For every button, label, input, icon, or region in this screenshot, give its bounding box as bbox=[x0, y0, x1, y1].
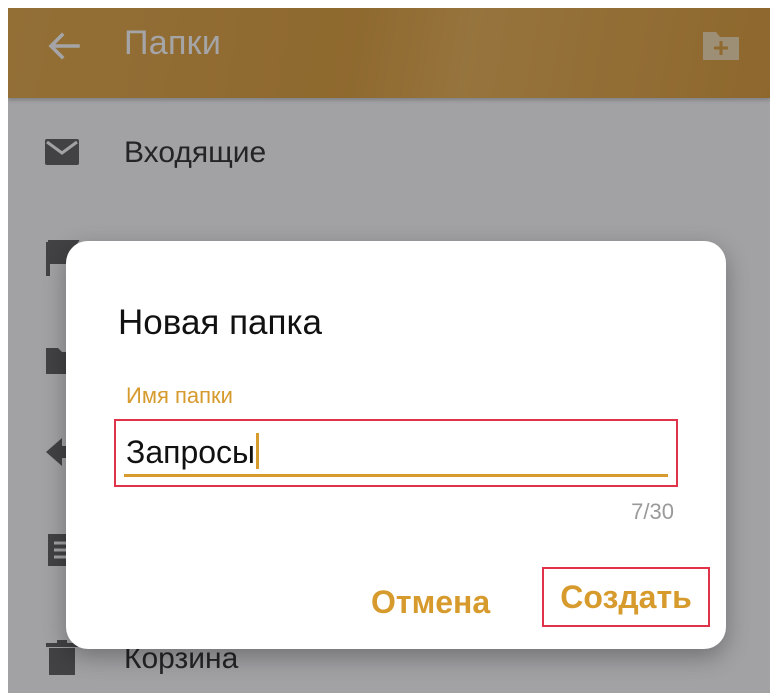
cancel-button[interactable]: Отмена bbox=[371, 584, 490, 621]
create-button[interactable]: Создать bbox=[542, 567, 710, 627]
folder-name-value[interactable]: Запросы bbox=[126, 433, 260, 471]
folder-name-input[interactable]: Запросы bbox=[114, 419, 678, 487]
input-underline bbox=[124, 474, 668, 477]
new-folder-dialog: Новая папка Имя папки Запросы 7/30 Отмен… bbox=[66, 241, 726, 649]
text-caret bbox=[256, 433, 260, 469]
character-counter: 7/30 bbox=[631, 499, 674, 524]
folder-name-text: Запросы bbox=[126, 434, 256, 470]
app-screen: Папки Входящие Корзина Новая папка Имя п… bbox=[8, 8, 770, 693]
dialog-title: Новая папка bbox=[118, 303, 323, 342]
folder-name-label: Имя папки bbox=[126, 383, 233, 408]
